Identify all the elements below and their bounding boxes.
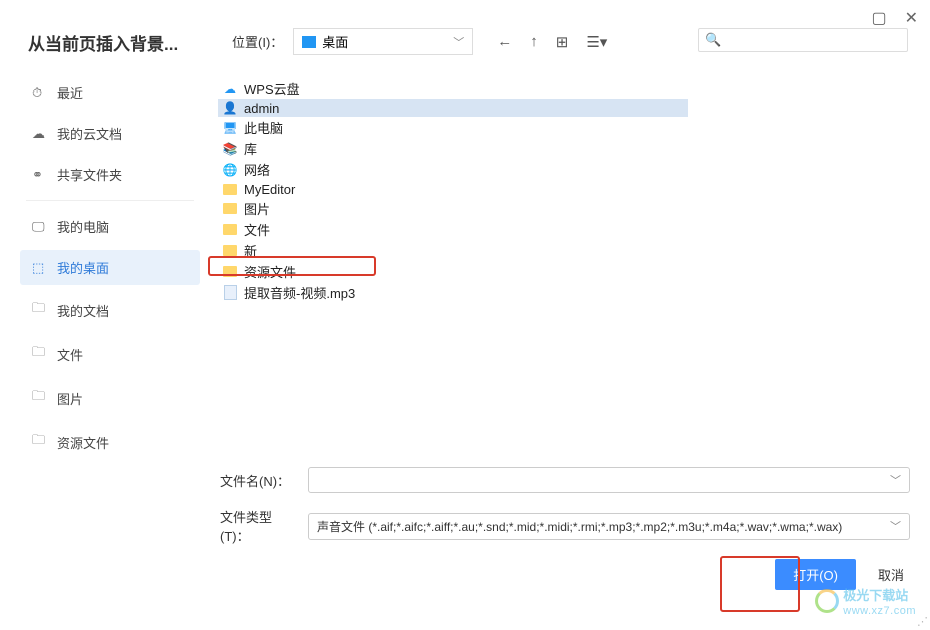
sidebar-item-label: 我的桌面 (57, 258, 109, 277)
filetype-value: 声音文件 (*.aif;*.aifc;*.aiff;*.au;*.snd;*.m… (317, 518, 842, 535)
file-label: 文件 (244, 220, 270, 239)
file-label: 此电脑 (244, 118, 283, 137)
up-button[interactable]: ↑ (530, 33, 538, 50)
file-label: 提取音频-视频.mp3 (244, 283, 355, 302)
cloud-disk-icon: ☁ (222, 81, 238, 97)
search-box[interactable]: 🔍 (698, 28, 908, 52)
search-icon: 🔍 (705, 32, 721, 48)
sidebar-item-my-desktop[interactable]: ⬚ 我的桌面 (20, 250, 200, 285)
file-label: 网络 (244, 160, 270, 179)
location-label: 位置(I)： (232, 32, 283, 51)
network-icon: 🌐 (222, 162, 238, 178)
file-item-mp3[interactable]: 提取音频-视频.mp3 (218, 282, 688, 303)
file-item-this-pc[interactable]: 🖥 此电脑 (218, 117, 688, 138)
audio-file-icon (222, 285, 238, 301)
sidebar-item-resources[interactable]: 🗀 资源文件 (20, 423, 200, 461)
close-button[interactable]: ✕ (905, 8, 918, 28)
file-item-network[interactable]: 🌐 网络 (218, 159, 688, 180)
library-icon: 📚 (222, 141, 238, 157)
new-folder-button[interactable]: ⊞ (556, 33, 569, 51)
file-label: MyEditor (244, 182, 295, 197)
file-item-admin[interactable]: 👤 admin (218, 99, 688, 117)
file-label: admin (244, 101, 279, 116)
file-label: 库 (244, 139, 257, 158)
sidebar-separator (26, 200, 194, 201)
folder-icon: 🗀 (32, 387, 47, 409)
location-value: 桌面 (322, 32, 348, 51)
view-options-button[interactable]: ☰▾ (586, 33, 607, 51)
share-icon: ⚭ (32, 167, 47, 183)
sidebar-item-images[interactable]: 🗀 图片 (20, 379, 200, 417)
sidebar-item-files[interactable]: 🗀 文件 (20, 335, 200, 373)
file-label: WPS云盘 (244, 79, 300, 98)
folder-icon: 🗀 (32, 299, 47, 321)
resize-grip[interactable]: ⋰ (917, 615, 928, 628)
sidebar-item-shared[interactable]: ⚭ 共享文件夹 (20, 157, 200, 192)
sidebar-item-label: 我的文档 (57, 301, 109, 320)
file-item-files[interactable]: 文件 (218, 219, 688, 240)
folder-icon: 🗀 (32, 431, 47, 453)
sidebar-item-label: 资源文件 (57, 433, 109, 452)
sidebar-item-label: 文件 (57, 345, 83, 364)
folder-icon (222, 181, 238, 197)
filetype-label: 文件类型(T)： (220, 507, 300, 545)
file-item-wps-cloud[interactable]: ☁ WPS云盘 (218, 78, 688, 99)
watermark: 极光下载站 www.xz7.com (815, 585, 916, 618)
filename-label: 文件名(N)： (220, 471, 300, 490)
sidebar-item-recent[interactable]: ⏱ 最近 (20, 75, 200, 110)
file-item-library[interactable]: 📚库 (218, 138, 688, 159)
folder-icon (222, 222, 238, 238)
computer-icon: 🖵 (32, 219, 47, 235)
highlight-annotation (720, 556, 800, 612)
sidebar-item-label: 最近 (57, 83, 83, 102)
sidebar-item-label: 我的云文档 (57, 124, 122, 143)
file-label: 图片 (244, 199, 270, 218)
watermark-url: www.xz7.com (843, 605, 916, 617)
dialog-title: 从当前页插入背景... (28, 30, 178, 55)
location-dropdown[interactable]: 桌面 ﹀ (293, 28, 473, 55)
sidebar-item-label: 图片 (57, 389, 83, 408)
sidebar-item-cloud-docs[interactable]: ☁ 我的云文档 (20, 116, 200, 151)
folder-icon: 🗀 (32, 343, 47, 365)
clock-icon: ⏱ (32, 85, 47, 101)
file-item-pictures[interactable]: 图片 (218, 198, 688, 219)
desktop-icon: ⬚ (32, 260, 47, 276)
highlight-annotation (208, 256, 376, 276)
sidebar-item-label: 我的电脑 (57, 217, 109, 236)
desktop-icon (302, 36, 316, 48)
maximize-button[interactable]: ▢ (871, 8, 886, 28)
search-input[interactable] (725, 33, 901, 48)
chevron-down-icon: ﹀ (890, 518, 901, 534)
sidebar-item-my-docs[interactable]: 🗀 我的文档 (20, 291, 200, 329)
sidebar-item-my-pc[interactable]: 🖵 我的电脑 (20, 209, 200, 244)
filename-combobox[interactable]: ﹀ (308, 467, 910, 493)
folder-icon (222, 201, 238, 217)
user-icon: 👤 (222, 100, 238, 116)
watermark-logo-icon (815, 589, 839, 613)
back-button[interactable]: ← (497, 33, 512, 50)
sidebar: ⏱最近 ☁我的云文档 ⚭共享文件夹 🖵我的电脑 ⬚我的桌面 🗀我的文档 🗀文件 … (20, 75, 200, 461)
filetype-combobox[interactable]: 声音文件 (*.aif;*.aifc;*.aiff;*.au;*.snd;*.m… (308, 513, 910, 540)
watermark-name: 极光下载站 (843, 588, 908, 603)
cloud-icon: ☁ (32, 126, 47, 142)
chevron-down-icon: ﹀ (890, 472, 901, 488)
chevron-down-icon: ﹀ (453, 34, 464, 50)
sidebar-item-label: 共享文件夹 (57, 165, 122, 184)
computer-icon: 🖥 (222, 120, 238, 136)
file-item-myeditor[interactable]: MyEditor (218, 180, 688, 198)
